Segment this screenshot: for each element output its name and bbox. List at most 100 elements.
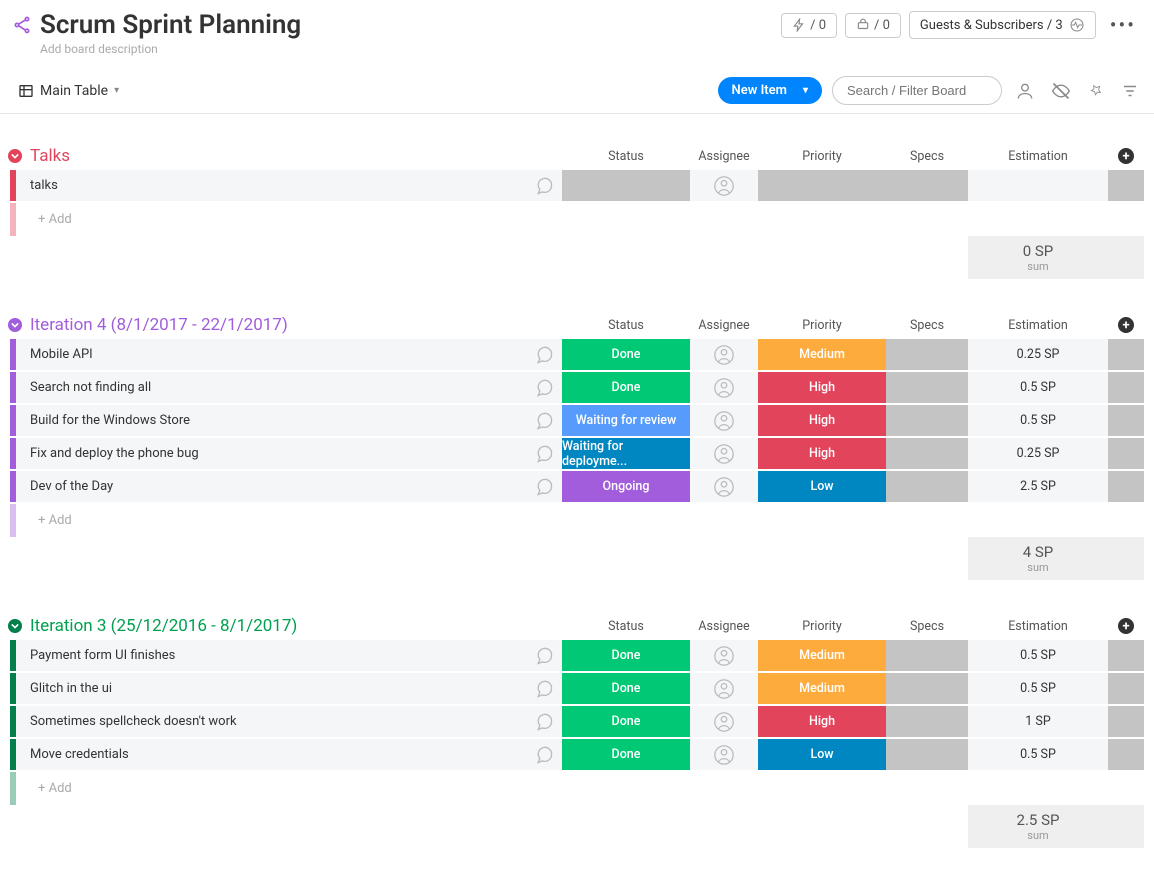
specs-cell[interactable] xyxy=(886,673,968,704)
specs-cell[interactable] xyxy=(886,438,968,469)
estimation-cell[interactable]: 0.5 SP xyxy=(968,673,1108,704)
group-title[interactable]: Iteration 4 (8/1/2017 - 22/1/2017) xyxy=(30,315,288,335)
item-title[interactable]: Mobile API xyxy=(16,339,526,370)
estimation-cell[interactable] xyxy=(968,170,1108,201)
estimation-cell[interactable]: 0.5 SP xyxy=(968,372,1108,403)
estimation-cell[interactable]: 0.5 SP xyxy=(968,405,1108,436)
estimation-cell[interactable]: 2.5 SP xyxy=(968,471,1108,502)
priority-cell[interactable]: Medium xyxy=(758,339,886,370)
status-cell[interactable]: Waiting for review xyxy=(562,405,690,436)
priority-cell[interactable]: High xyxy=(758,706,886,737)
table-row[interactable]: Sometimes spellcheck doesn't work Done Hig… xyxy=(10,706,1144,739)
chat-icon[interactable] xyxy=(526,673,562,704)
assignee-cell[interactable] xyxy=(690,372,758,403)
assignee-cell[interactable] xyxy=(690,339,758,370)
item-title[interactable]: Glitch in the ui xyxy=(16,673,526,704)
priority-cell[interactable]: Low xyxy=(758,471,886,502)
chat-icon[interactable] xyxy=(526,706,562,737)
integrations-button[interactable]: / 0 xyxy=(845,13,901,38)
group-title[interactable]: Talks xyxy=(30,146,70,166)
priority-cell[interactable]: High xyxy=(758,372,886,403)
col-header-estimation[interactable]: Estimation xyxy=(968,318,1108,333)
add-item-row[interactable]: + Add xyxy=(10,772,1144,805)
col-header-specs[interactable]: Specs xyxy=(886,318,968,333)
assignee-cell[interactable] xyxy=(690,640,758,671)
main-table-view-button[interactable]: Main Table ▾ xyxy=(12,79,125,103)
priority-cell[interactable]: High xyxy=(758,405,886,436)
col-header-estimation[interactable]: Estimation xyxy=(968,619,1108,634)
priority-cell[interactable]: Medium xyxy=(758,673,886,704)
add-item-row[interactable]: + Add xyxy=(10,203,1144,236)
chat-icon[interactable] xyxy=(526,170,562,201)
status-cell[interactable]: Waiting for deployme... xyxy=(562,438,690,469)
item-title[interactable]: Dev of the Day xyxy=(16,471,526,502)
status-cell[interactable]: Done xyxy=(562,640,690,671)
chat-icon[interactable] xyxy=(526,339,562,370)
more-menu-button[interactable]: ••• xyxy=(1104,13,1142,37)
table-row[interactable]: Glitch in the ui Done Medium 0.5 SP xyxy=(10,673,1144,706)
status-cell[interactable]: Done xyxy=(562,339,690,370)
hide-icon[interactable] xyxy=(1048,81,1074,101)
col-header-priority[interactable]: Priority xyxy=(758,149,886,164)
person-filter-icon[interactable] xyxy=(1012,81,1038,101)
col-header-assignee[interactable]: Assignee xyxy=(690,619,758,634)
chat-icon[interactable] xyxy=(526,471,562,502)
add-item-row[interactable]: + Add xyxy=(10,504,1144,537)
board-description[interactable]: Add board description xyxy=(40,42,1142,56)
group-collapse-toggle[interactable] xyxy=(8,149,22,163)
estimation-cell[interactable]: 0.5 SP xyxy=(968,739,1108,770)
new-item-button[interactable]: New Item ▾ xyxy=(718,77,822,104)
add-column-button[interactable]: + xyxy=(1108,618,1144,634)
specs-cell[interactable] xyxy=(886,640,968,671)
specs-cell[interactable] xyxy=(886,339,968,370)
priority-cell[interactable] xyxy=(758,170,886,201)
table-row[interactable]: Dev of the DayOngoingLow2.5 SP xyxy=(10,471,1144,504)
group-collapse-toggle[interactable] xyxy=(8,619,22,633)
status-cell[interactable]: Done xyxy=(562,372,690,403)
table-row[interactable]: Search not finding allDoneHigh0.5 SP xyxy=(10,372,1144,405)
specs-cell[interactable] xyxy=(886,405,968,436)
status-cell[interactable]: Done xyxy=(562,739,690,770)
estimation-cell[interactable]: 0.25 SP xyxy=(968,339,1108,370)
chat-icon[interactable] xyxy=(526,405,562,436)
assignee-cell[interactable] xyxy=(690,170,758,201)
specs-cell[interactable] xyxy=(886,471,968,502)
table-row[interactable]: Fix and deploy the phone bugWaiting for … xyxy=(10,438,1144,471)
pin-icon[interactable] xyxy=(1084,82,1108,100)
item-title[interactable]: Payment form UI finishes xyxy=(16,640,526,671)
col-header-estimation[interactable]: Estimation xyxy=(968,149,1108,164)
priority-cell[interactable]: Medium xyxy=(758,640,886,671)
group-title[interactable]: Iteration 3 (25/12/2016 - 8/1/2017) xyxy=(30,616,297,636)
item-title[interactable]: talks xyxy=(16,170,526,201)
status-cell[interactable]: Done xyxy=(562,673,690,704)
col-header-status[interactable]: Status xyxy=(562,149,690,164)
table-row[interactable]: Mobile API Done Medium 0.25 SP xyxy=(10,339,1144,372)
add-column-button[interactable]: + xyxy=(1108,317,1144,333)
share-icon[interactable] xyxy=(12,15,32,35)
chat-icon[interactable] xyxy=(526,372,562,403)
add-column-button[interactable]: + xyxy=(1108,148,1144,164)
assignee-cell[interactable] xyxy=(690,405,758,436)
col-header-assignee[interactable]: Assignee xyxy=(690,318,758,333)
assignee-cell[interactable] xyxy=(690,706,758,737)
col-header-status[interactable]: Status xyxy=(562,619,690,634)
item-title[interactable]: Sometimes spellcheck doesn't work xyxy=(16,706,526,737)
table-row[interactable]: Payment form UI finishesDoneMedium0.5 SP xyxy=(10,640,1144,673)
assignee-cell[interactable] xyxy=(690,739,758,770)
specs-cell[interactable] xyxy=(886,706,968,737)
group-collapse-toggle[interactable] xyxy=(8,318,22,332)
status-cell[interactable] xyxy=(562,170,690,201)
item-title[interactable]: Build for the Windows Store xyxy=(16,405,526,436)
col-header-assignee[interactable]: Assignee xyxy=(690,149,758,164)
automations-button[interactable]: / 0 xyxy=(781,13,837,38)
col-header-specs[interactable]: Specs xyxy=(886,619,968,634)
specs-cell[interactable] xyxy=(886,170,968,201)
table-row[interactable]: Build for the Windows Store Waiting for r… xyxy=(10,405,1144,438)
assignee-cell[interactable] xyxy=(690,673,758,704)
priority-cell[interactable]: Low xyxy=(758,739,886,770)
priority-cell[interactable]: High xyxy=(758,438,886,469)
col-header-priority[interactable]: Priority xyxy=(758,619,886,634)
assignee-cell[interactable] xyxy=(690,438,758,469)
status-cell[interactable]: Done xyxy=(562,706,690,737)
col-header-specs[interactable]: Specs xyxy=(886,149,968,164)
